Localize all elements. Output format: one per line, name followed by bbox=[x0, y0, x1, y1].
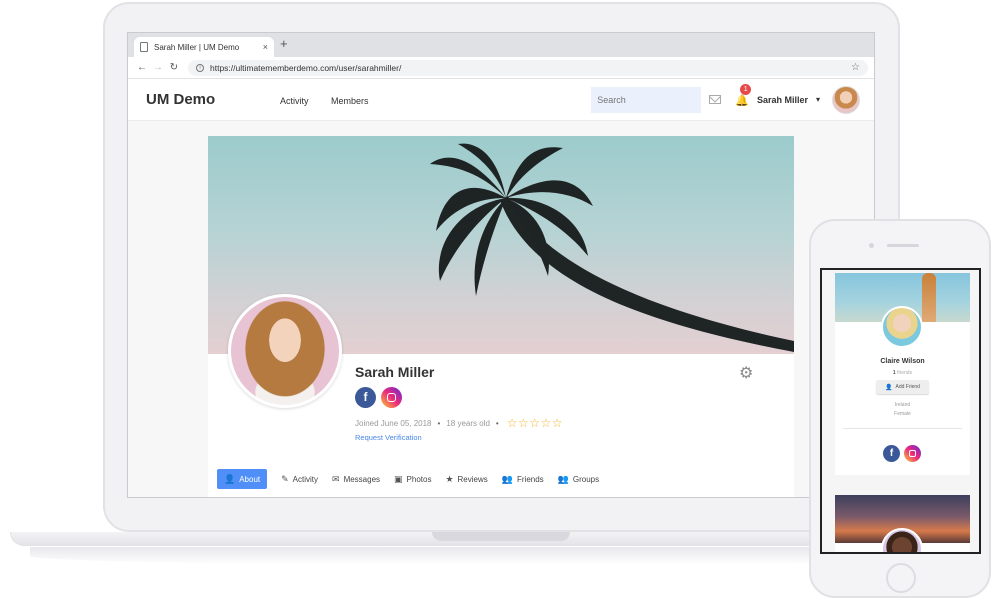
browser-toolbar: ← → ↻ i https://ultimatememberdemo.com/u… bbox=[128, 57, 874, 79]
facebook-icon[interactable]: f bbox=[355, 387, 376, 408]
profile-name: Sarah Miller bbox=[355, 364, 435, 380]
envelope-icon[interactable] bbox=[709, 95, 722, 104]
image-icon: ▣ bbox=[394, 473, 403, 484]
phone-speaker bbox=[887, 244, 919, 247]
add-friend-label: Add Friend bbox=[895, 384, 920, 390]
mobile-member-card-2[interactable] bbox=[835, 495, 970, 552]
page-icon bbox=[140, 42, 148, 52]
tab-friends[interactable]: 👥 Friends bbox=[502, 469, 544, 489]
tab-label: Messages bbox=[343, 474, 381, 484]
bell-icon: 🔔 bbox=[735, 94, 749, 107]
separator-dot: • bbox=[437, 418, 441, 428]
header-right: 🔔 1 Sarah Miller ▾ bbox=[591, 83, 860, 114]
tab-label: Groups bbox=[572, 474, 600, 484]
site-header: UM Demo Activity Members 🔔 1 Sarah Mille… bbox=[128, 79, 874, 121]
phone-camera bbox=[869, 243, 874, 248]
tab-about[interactable]: 👤 About bbox=[217, 469, 268, 489]
nav-activity-link[interactable]: Activity bbox=[280, 96, 309, 106]
site-logo[interactable]: UM Demo bbox=[146, 91, 280, 108]
profile-card: Sarah Miller ⚙ f Joined June 05, 2018 • … bbox=[208, 136, 794, 497]
tab-groups[interactable]: 👥 Groups bbox=[558, 469, 599, 489]
tab-messages[interactable]: ✉ Messages bbox=[332, 469, 380, 489]
forward-arrow-icon[interactable]: → bbox=[150, 62, 166, 73]
notification-badge: 1 bbox=[740, 83, 752, 95]
user-icon: 👤 bbox=[885, 384, 893, 391]
header-avatar[interactable] bbox=[832, 85, 860, 114]
mobile-member-name[interactable]: Claire Wilson bbox=[835, 358, 970, 365]
browser-tabbar: Sarah Miller | UM Demo × + bbox=[128, 33, 874, 57]
divider bbox=[843, 428, 962, 429]
info-icon[interactable]: i bbox=[196, 63, 204, 72]
phone-frame: Claire Wilson 1 friends 👤 Add Friend Ire… bbox=[809, 219, 991, 598]
mobile-avatar[interactable] bbox=[881, 306, 923, 348]
add-friend-button[interactable]: 👤 Add Friend bbox=[876, 380, 929, 394]
user-icon: 👤 bbox=[224, 473, 236, 484]
profile-tabs: 👤 About ✎ Activity ✉ Messages ▣ Photos ★… bbox=[217, 469, 613, 489]
age-text: 18 years old bbox=[446, 418, 490, 428]
close-icon[interactable]: × bbox=[263, 42, 268, 52]
new-tab-button[interactable]: + bbox=[280, 36, 288, 51]
bookmark-star-icon[interactable]: ☆ bbox=[851, 62, 860, 73]
gear-icon[interactable]: ⚙ bbox=[739, 363, 753, 383]
mobile-member-card[interactable]: Claire Wilson 1 friends 👤 Add Friend Ire… bbox=[835, 273, 970, 475]
back-arrow-icon[interactable]: ← bbox=[134, 62, 150, 73]
tab-label: About bbox=[239, 474, 261, 484]
search-input[interactable] bbox=[591, 86, 702, 113]
notifications-button[interactable]: 🔔 1 bbox=[735, 83, 752, 109]
tab-label: Reviews bbox=[457, 474, 488, 484]
mobile-cover-hand bbox=[922, 273, 936, 322]
mobile-gender: Female bbox=[894, 411, 911, 417]
address-bar[interactable]: i https://ultimatememberdemo.com/user/sa… bbox=[188, 59, 868, 76]
edit-icon: ✎ bbox=[281, 473, 289, 484]
url-text[interactable]: https://ultimatememberdemo.com/user/sara… bbox=[210, 63, 851, 73]
header-user-name[interactable]: Sarah Miller bbox=[757, 95, 808, 105]
facebook-icon[interactable]: f bbox=[883, 445, 900, 462]
joined-date: Joined June 05, 2018 bbox=[355, 418, 432, 428]
tab-label: Activity bbox=[292, 474, 319, 484]
star-icon: ★ bbox=[445, 473, 454, 484]
laptop-notch bbox=[432, 532, 570, 541]
request-verification-link[interactable]: Request Verification bbox=[355, 433, 422, 442]
laptop-screen: Sarah Miller | UM Demo × + ← → ↻ i https… bbox=[127, 32, 875, 498]
mobile-social-links: f bbox=[883, 445, 921, 462]
tab-label: Friends bbox=[516, 474, 544, 484]
reload-icon[interactable]: ↻ bbox=[166, 62, 182, 73]
users-icon: 👥 bbox=[501, 473, 513, 484]
separator-dot: • bbox=[495, 418, 499, 428]
profile-meta: Joined June 05, 2018 • 18 years old • ☆☆… bbox=[355, 416, 563, 430]
site-nav: Activity Members bbox=[280, 91, 386, 109]
friends-number: 1 bbox=[892, 370, 896, 376]
tab-photos[interactable]: ▣ Photos bbox=[394, 469, 431, 489]
envelope-icon: ✉ bbox=[332, 473, 340, 484]
instagram-icon[interactable] bbox=[381, 387, 402, 408]
tab-label: Photos bbox=[406, 474, 432, 484]
mobile-location: Ireland bbox=[894, 402, 911, 408]
chevron-down-icon[interactable]: ▾ bbox=[816, 95, 820, 104]
nav-members-link[interactable]: Members bbox=[331, 96, 369, 106]
social-links: f bbox=[355, 387, 402, 408]
profile-avatar[interactable] bbox=[228, 294, 342, 408]
rating-stars: ☆☆☆☆☆ bbox=[506, 416, 564, 430]
friends-label: friends bbox=[897, 370, 913, 376]
tab-reviews[interactable]: ★ Reviews bbox=[445, 469, 487, 489]
tab-activity[interactable]: ✎ Activity bbox=[281, 469, 318, 489]
mobile-friends-count: 1 friends bbox=[835, 370, 970, 376]
instagram-icon[interactable] bbox=[904, 445, 921, 462]
group-icon: 👥 bbox=[557, 473, 569, 484]
phone-screen: Claire Wilson 1 friends 👤 Add Friend Ire… bbox=[820, 268, 981, 554]
phone-home-button[interactable] bbox=[886, 563, 916, 593]
tab-title: Sarah Miller | UM Demo bbox=[154, 42, 240, 52]
browser-tab[interactable]: Sarah Miller | UM Demo × bbox=[134, 37, 274, 57]
